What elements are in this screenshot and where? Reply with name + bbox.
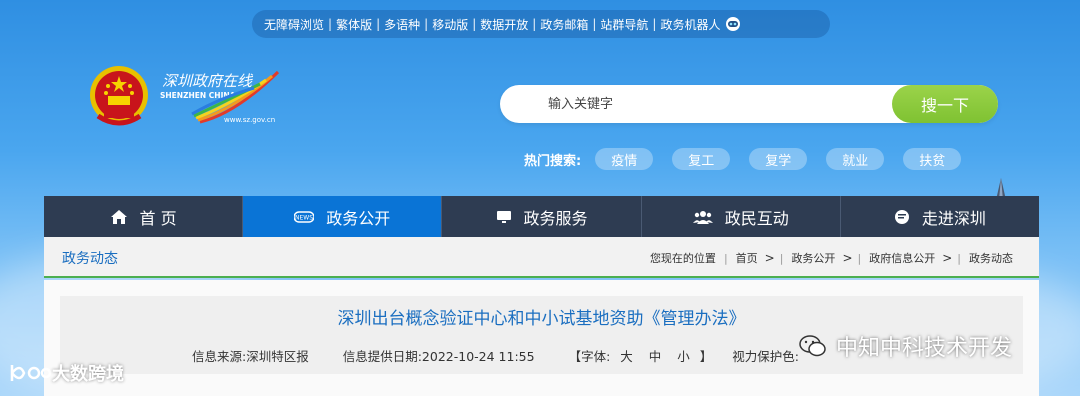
breadcrumb-gov-info[interactable]: 政府信息公开 [869, 250, 935, 266]
people-icon [692, 210, 713, 224]
hot-tag-epidemic[interactable]: 疫情 [595, 148, 654, 170]
top-link-languages[interactable]: 多语种 [384, 16, 420, 33]
breadcrumb-current[interactable]: 政务动态 [969, 250, 1013, 266]
font-size-large[interactable]: 大 [620, 349, 633, 364]
top-link-open-data[interactable]: 数据开放 [480, 16, 528, 33]
logo-url: www.sz.gov.cn [224, 116, 276, 124]
logo-cn-text: 深圳政府在线 [162, 72, 254, 90]
font-size-medium[interactable]: 中 [649, 349, 662, 364]
hot-tag-poverty[interactable]: 扶贫 [903, 148, 962, 170]
robot-icon[interactable] [724, 16, 742, 32]
nav-interaction-label: 政民互动 [724, 208, 789, 228]
brand-logo-icon [10, 365, 52, 381]
chevron-right-icon: > [942, 251, 953, 265]
news-icon: NEWS [294, 210, 315, 224]
watermark-right: 中知中科技术开发 [798, 330, 1012, 362]
nav-about-shenzhen-label: 走进深圳 [921, 208, 986, 228]
breadcrumb-gov-affairs[interactable]: 政务公开 [791, 250, 835, 266]
nav-interaction[interactable]: 政民互动 [642, 196, 841, 237]
top-links-bar: 无障碍浏览 | 繁体版 | 多语种 | 移动版 | 数据开放 | 政务邮箱 | … [252, 10, 830, 38]
search-input[interactable] [500, 85, 900, 123]
hot-tag-employment[interactable]: 就业 [826, 148, 885, 170]
article-meta: 信息来源:深圳特区报 信息提供日期:2022-10-24 11:55 【字体: … [192, 346, 833, 365]
section-title: 政务动态 [62, 251, 118, 267]
search-bar: 搜一下 [500, 85, 998, 123]
separator: | [957, 251, 961, 265]
top-link-traditional[interactable]: 繁体版 [336, 16, 372, 33]
top-link-gov-mail[interactable]: 政务邮箱 [540, 16, 588, 33]
chevron-right-icon: > [764, 251, 775, 265]
font-size-label-close: 】 [699, 349, 713, 364]
hot-tag-resume-school[interactable]: 复学 [749, 148, 808, 170]
separator: | [779, 251, 784, 265]
font-size-small[interactable]: 小 [677, 349, 690, 364]
separator: | [592, 17, 597, 31]
vision-protection-label: 视力保护色: [732, 349, 800, 364]
main-nav: 首 页 NEWS 政务公开 政务服务 政民互动 走进深圳 [44, 196, 1039, 237]
top-link-site-nav[interactable]: 站群导航 [600, 16, 648, 33]
national-emblem-icon [86, 64, 152, 130]
separator: | [472, 17, 477, 31]
nav-gov-services-label: 政务服务 [523, 208, 588, 228]
nav-gov-services[interactable]: 政务服务 [442, 196, 642, 237]
home-icon [110, 209, 128, 225]
breadcrumb-prefix: 您现在的位置 [649, 252, 716, 265]
breadcrumb: 您现在的位置 | 首页 > | 政务公开 > | 政府信息公开 > | 政务动态 [650, 250, 1013, 266]
svg-text:NEWS: NEWS [295, 214, 313, 221]
top-link-accessibility[interactable]: 无障碍浏览 [264, 16, 324, 33]
nav-about-shenzhen[interactable]: 走进深圳 [841, 196, 1039, 237]
top-link-mobile[interactable]: 移动版 [432, 16, 468, 33]
section-header: 政务动态 您现在的位置 | 首页 > | 政务公开 > | 政府信息公开 > |… [44, 237, 1039, 278]
separator: | [857, 251, 862, 265]
nav-home-label: 首 页 [139, 208, 177, 228]
article-source: 信息来源:深圳特区报 [192, 349, 309, 364]
hot-searches: 热门搜索: 疫情 复工 复学 就业 扶贫 [524, 148, 980, 170]
hot-search-label: 热门搜索: [524, 153, 582, 169]
wechat-icon [799, 335, 826, 357]
watermark-left-text: 大数跨境 [52, 364, 124, 385]
separator: | [424, 17, 429, 31]
nav-gov-affairs-open-label: 政务公开 [326, 208, 391, 228]
monitor-icon [496, 210, 512, 224]
breadcrumb-home[interactable]: 首页 [736, 250, 758, 266]
font-size-label: 【字体: [568, 349, 611, 364]
separator: | [328, 17, 333, 31]
top-link-gov-robot[interactable]: 政务机器人 [660, 16, 720, 33]
separator: | [652, 17, 657, 31]
article-date: 信息提供日期:2022-10-24 11:55 [342, 349, 535, 364]
article-title: 深圳出台概念验证中心和中小试基地资助《管理办法》 [337, 309, 746, 329]
separator: | [376, 17, 381, 31]
nav-gov-affairs-open[interactable]: NEWS 政务公开 [243, 196, 443, 237]
chevron-right-icon: > [842, 251, 853, 265]
nav-home[interactable]: 首 页 [44, 196, 244, 237]
font-size-switcher: 【字体: 大 中 小 】 [569, 346, 713, 365]
separator: | [723, 251, 728, 265]
watermark-right-text: 中知中科技术开发 [836, 336, 1013, 361]
search-button[interactable]: 搜一下 [892, 85, 998, 123]
hot-tag-resume-work[interactable]: 复工 [672, 148, 731, 170]
chat-icon [894, 209, 910, 225]
watermark-left: 大数跨境 [8, 360, 124, 386]
separator: | [532, 17, 537, 31]
